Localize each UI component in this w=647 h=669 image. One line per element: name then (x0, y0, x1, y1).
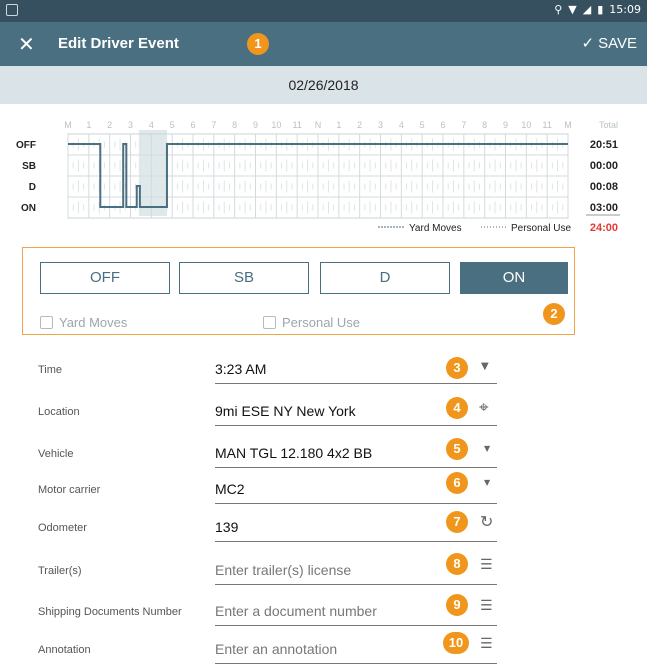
personal-use-label: Personal Use (282, 315, 361, 330)
hour-tick-label: 1 (86, 120, 91, 130)
gps-locate-icon[interactable]: ⌖ (479, 398, 489, 418)
hour-tick-label: 7 (461, 120, 466, 130)
location-pin-icon: ⚲ (554, 3, 563, 16)
status-button-d[interactable]: D (320, 262, 450, 294)
callout-badge-3: 3 (446, 357, 468, 379)
list-icon[interactable]: ☰ (480, 636, 493, 652)
status-row-label: OFF (16, 140, 36, 151)
hour-tick-label: 9 (503, 120, 508, 130)
status-icons: ⚲ ▼ ◢ ▮ 15:09 (554, 3, 641, 16)
refresh-icon[interactable]: ↻ (480, 512, 493, 531)
callout-badge-10: 10 (443, 632, 469, 654)
hour-tick-label: M (564, 120, 572, 130)
hour-tick-label: 10 (271, 120, 281, 130)
callout-badge-4: 4 (446, 397, 468, 419)
total-value: 00:08 (590, 181, 618, 193)
log-chart: M 1 2 3 4 5 6 7 8 9 10 11 N 1 2 3 4 5 6 7 8 9 10 11 M OFF SB D ON Tot… (16, 120, 620, 234)
hour-tick-label: 5 (170, 120, 175, 130)
save-label: SAVE (598, 34, 637, 52)
hour-tick-label: 1 (336, 120, 341, 130)
hour-tick-label: 6 (190, 120, 195, 130)
shipping-documents-row: Shipping Documents Number Enter a docume… (0, 590, 647, 632)
dropdown-arrow-icon[interactable]: ▼ (484, 478, 490, 487)
close-icon[interactable]: ✕ (18, 32, 35, 56)
hour-tick-label: 3 (128, 120, 133, 130)
total-header: Total (599, 120, 618, 130)
hour-tick-label: 11 (292, 120, 301, 130)
annotation-row: Annotation Enter an annotation 10 ☰ (0, 628, 647, 669)
list-icon[interactable]: ☰ (480, 598, 493, 614)
date-header: 02/26/2018 (0, 66, 647, 104)
page-title: Edit Driver Event (58, 35, 179, 52)
location-label: Location (38, 406, 80, 418)
annotation-label: Annotation (38, 644, 91, 656)
time-label: Time (38, 364, 63, 376)
signal-icon: ◢ (582, 3, 592, 16)
app-bar: ✕ Edit Driver Event 1 ✓ SAVE (0, 22, 647, 66)
system-status-bar: ⚲ ▼ ◢ ▮ 15:09 (0, 0, 647, 22)
list-icon[interactable]: ☰ (480, 557, 493, 573)
checkbox-icon (40, 316, 53, 329)
motor-carrier-row: Motor carrier MC2 6 ▼ (0, 468, 647, 510)
personal-use-checkbox[interactable]: Personal Use (263, 315, 360, 330)
hour-tick-label: 11 (542, 120, 551, 130)
hour-tick-label: 8 (232, 120, 237, 130)
selection-highlight (138, 130, 167, 216)
status-row-label: SB (22, 161, 36, 172)
trailers-label: Trailer(s) (38, 565, 82, 577)
hour-tick-label: 4 (399, 120, 404, 130)
hour-tick-label: 10 (521, 120, 531, 130)
yard-moves-label: Yard Moves (59, 315, 128, 330)
personal-use-legend-label: Personal Use (511, 223, 571, 234)
check-icon: ✓ (581, 34, 595, 52)
clock-time: 15:09 (609, 3, 641, 16)
status-button-sb[interactable]: SB (179, 262, 309, 294)
hour-tick-label: 8 (482, 120, 487, 130)
wifi-icon: ▼ (568, 3, 577, 16)
status-row-label: ON (21, 203, 36, 214)
hour-tick-label: 4 (149, 120, 154, 130)
yard-moves-checkbox[interactable]: Yard Moves (40, 315, 127, 330)
battery-icon: ▮ (597, 3, 604, 16)
dropdown-arrow-icon[interactable]: ▼ (484, 444, 490, 453)
duty-status-graph: M 1 2 3 4 5 6 7 8 9 10 11 N 1 2 3 4 5 6 7 8 9 10 11 M OFF SB D ON Tot… (0, 104, 647, 244)
hour-tick-label: 5 (420, 120, 425, 130)
motor-carrier-label: Motor carrier (38, 484, 101, 496)
hour-tick-label: 6 (440, 120, 445, 130)
notification-icon (6, 4, 18, 16)
trailers-row: Trailer(s) Enter trailer(s) license 8 ☰ (0, 549, 647, 591)
checkbox-icon (263, 316, 276, 329)
total-value: 03:00 (590, 202, 618, 214)
status-button-off[interactable]: OFF (40, 262, 170, 294)
status-selector: OFF SB D ON Yard Moves Personal Use 2 (22, 247, 575, 335)
odometer-row: Odometer 139 7 ↻ (0, 506, 647, 548)
time-row: Time 3:23 AM 3 ▼ (0, 348, 647, 390)
callout-badge-5: 5 (446, 438, 468, 460)
save-button[interactable]: ✓ SAVE (582, 34, 637, 52)
hour-tick-label: 2 (357, 120, 362, 130)
hour-tick-label: 7 (211, 120, 216, 130)
hour-tick-label: 2 (107, 120, 112, 130)
vehicle-label: Vehicle (38, 448, 74, 460)
total-value: 20:51 (590, 139, 618, 151)
hour-tick-label: 3 (378, 120, 383, 130)
dropdown-arrow-icon[interactable]: ▼ (481, 361, 489, 372)
callout-badge-6: 6 (446, 472, 468, 494)
status-button-on[interactable]: ON (460, 262, 568, 294)
callout-badge-2: 2 (543, 303, 565, 325)
odometer-label: Odometer (38, 522, 87, 534)
callout-badge-8: 8 (446, 553, 468, 575)
shipping-documents-label: Shipping Documents Number (38, 606, 182, 618)
yard-moves-legend-label: Yard Moves (409, 223, 462, 234)
hour-tick-label: N (315, 120, 322, 130)
hour-tick-label: M (64, 120, 72, 130)
location-row: Location 9mi ESE NY New York 4 ⌖ (0, 390, 647, 432)
hour-tick-label: 9 (253, 120, 258, 130)
callout-badge-1: 1 (247, 33, 269, 55)
total-sum: 24:00 (590, 222, 618, 234)
callout-badge-9: 9 (446, 594, 468, 616)
total-value: 00:00 (590, 160, 618, 172)
callout-badge-7: 7 (446, 511, 468, 533)
status-row-label: D (29, 182, 36, 193)
